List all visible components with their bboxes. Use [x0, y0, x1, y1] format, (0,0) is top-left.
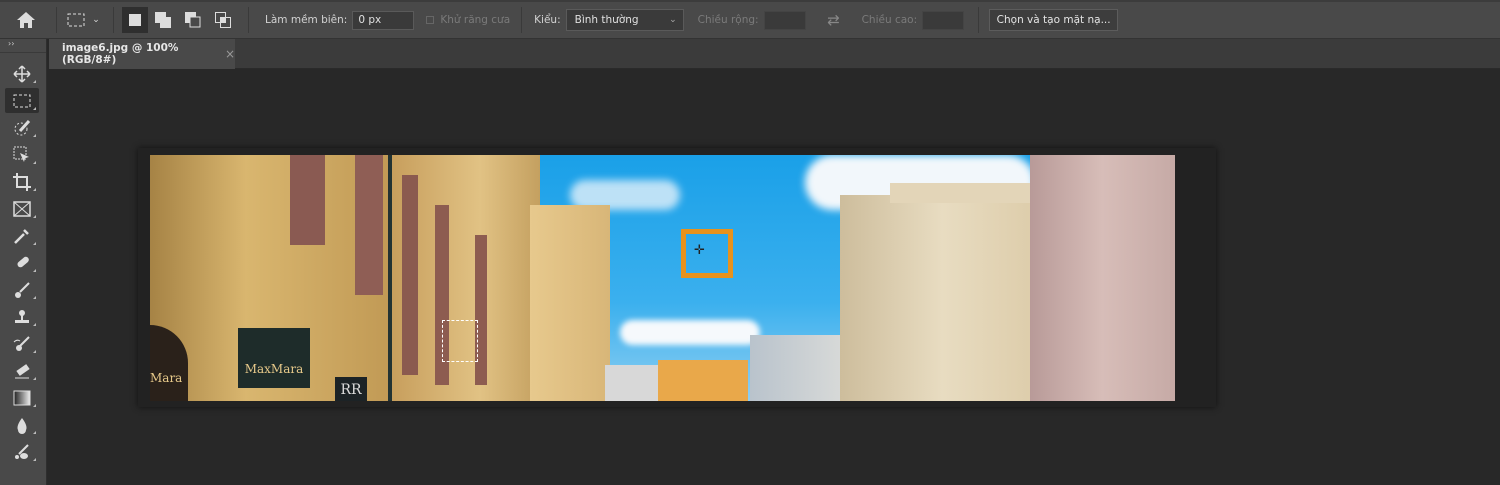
- eyedropper-icon: [14, 228, 29, 244]
- preset-dropdown[interactable]: ⌄: [87, 15, 105, 25]
- distant-building: [605, 365, 660, 401]
- document-tab-bar: image6.jpg @ 100% (RGB/8#) ×: [49, 39, 1500, 69]
- feather-label: Làm mềm biên:: [265, 14, 348, 26]
- maxmara-sign: MaxMara: [238, 328, 310, 388]
- intersect-selection-button[interactable]: [208, 12, 238, 28]
- move-icon: [13, 64, 31, 83]
- image-canvas[interactable]: MaxMara Mara RR ✛: [150, 155, 1175, 401]
- home-button[interactable]: [0, 11, 52, 29]
- eyedropper-tool[interactable]: [5, 223, 39, 248]
- new-selection-button[interactable]: [122, 7, 148, 33]
- building-right-pink: [1030, 155, 1175, 401]
- column: [475, 235, 487, 385]
- swap-icon[interactable]: ⇄: [806, 11, 862, 29]
- subtract-selection-icon: [185, 12, 201, 28]
- quick-selection-tool[interactable]: [5, 115, 39, 140]
- clone-stamp-tool[interactable]: [5, 304, 39, 329]
- object-selection-icon: [13, 146, 29, 162]
- expand-panel-button[interactable]: ››: [0, 39, 46, 53]
- subtract-selection-button[interactable]: [178, 12, 208, 28]
- style-label: Kiểu:: [534, 14, 561, 26]
- crop-icon: [13, 172, 31, 191]
- chevron-down-icon: ⌄: [669, 15, 677, 25]
- quick-selection-icon: [14, 119, 31, 135]
- history-brush-icon: [13, 335, 30, 351]
- document-title: image6.jpg @ 100% (RGB/8#): [62, 42, 179, 66]
- lamp-post: [388, 155, 392, 401]
- feather-input[interactable]: [352, 10, 415, 30]
- rectangular-marquee-tool[interactable]: [5, 88, 39, 113]
- height-label: Chiều cao:: [861, 14, 918, 26]
- select-and-mask-button[interactable]: Chọn và tạo mặt nạ...: [989, 9, 1119, 31]
- new-selection-icon: [129, 14, 141, 26]
- crosshair-cursor-icon: ✛: [694, 243, 705, 258]
- add-selection-icon: [155, 12, 171, 28]
- drop-icon: [17, 417, 27, 434]
- marquee-icon: [67, 13, 85, 27]
- rr-sign: RR: [335, 377, 367, 401]
- building-right-far: [750, 335, 840, 401]
- crop-tool[interactable]: [5, 169, 39, 194]
- brush-icon: [15, 281, 30, 298]
- spot-healing-tool[interactable]: [5, 250, 39, 275]
- selection-marquee: [442, 320, 478, 362]
- brush-tool[interactable]: [5, 277, 39, 302]
- eraser-icon: [15, 363, 30, 378]
- dodge-tool[interactable]: [5, 439, 39, 464]
- width-input[interactable]: [763, 10, 806, 30]
- object-selection-tool[interactable]: [5, 142, 39, 167]
- options-bar: ⌄ Làm mềm biên: Khử răng cưa Kiểu: Bình …: [0, 0, 1500, 39]
- cloud: [620, 320, 760, 345]
- balustrade: [890, 183, 1045, 203]
- move-tool[interactable]: [5, 61, 39, 86]
- width-label: Chiều rộng:: [697, 14, 759, 26]
- antialias-label: Khử răng cưa: [440, 14, 511, 26]
- close-tab-icon[interactable]: ×: [225, 47, 235, 61]
- stamp-icon: [15, 309, 29, 323]
- intersect-selection-icon: [215, 12, 231, 28]
- building-left-3: [530, 205, 610, 401]
- column: [290, 155, 325, 245]
- blur-tool[interactable]: [5, 412, 39, 437]
- building-right: [840, 195, 1045, 401]
- eraser-tool[interactable]: [5, 358, 39, 383]
- style-select[interactable]: Bình thường ⌄: [565, 9, 684, 31]
- gradient-tool[interactable]: [5, 385, 39, 410]
- column: [355, 155, 383, 295]
- distant-building-orange: [658, 360, 748, 401]
- add-selection-button[interactable]: [148, 12, 178, 28]
- frame-icon: [13, 200, 31, 217]
- height-input[interactable]: [922, 10, 965, 30]
- tools-panel: ››: [0, 39, 47, 485]
- style-value: Bình thường: [574, 14, 639, 26]
- antialias-checkbox[interactable]: [426, 16, 435, 24]
- marquee-icon: [13, 94, 31, 107]
- highlight-box: [681, 229, 733, 278]
- chevron-down-icon: ⌄: [92, 15, 100, 25]
- gradient-icon: [13, 390, 31, 405]
- column: [402, 175, 418, 375]
- frame-tool[interactable]: [5, 196, 39, 221]
- document-tab[interactable]: image6.jpg @ 100% (RGB/8#) ×: [49, 39, 235, 69]
- home-icon: [17, 12, 35, 28]
- history-brush-tool[interactable]: [5, 331, 39, 356]
- bandage-icon: [17, 256, 29, 267]
- marquee-preset-button[interactable]: [65, 13, 87, 27]
- dodge-icon: [15, 443, 29, 459]
